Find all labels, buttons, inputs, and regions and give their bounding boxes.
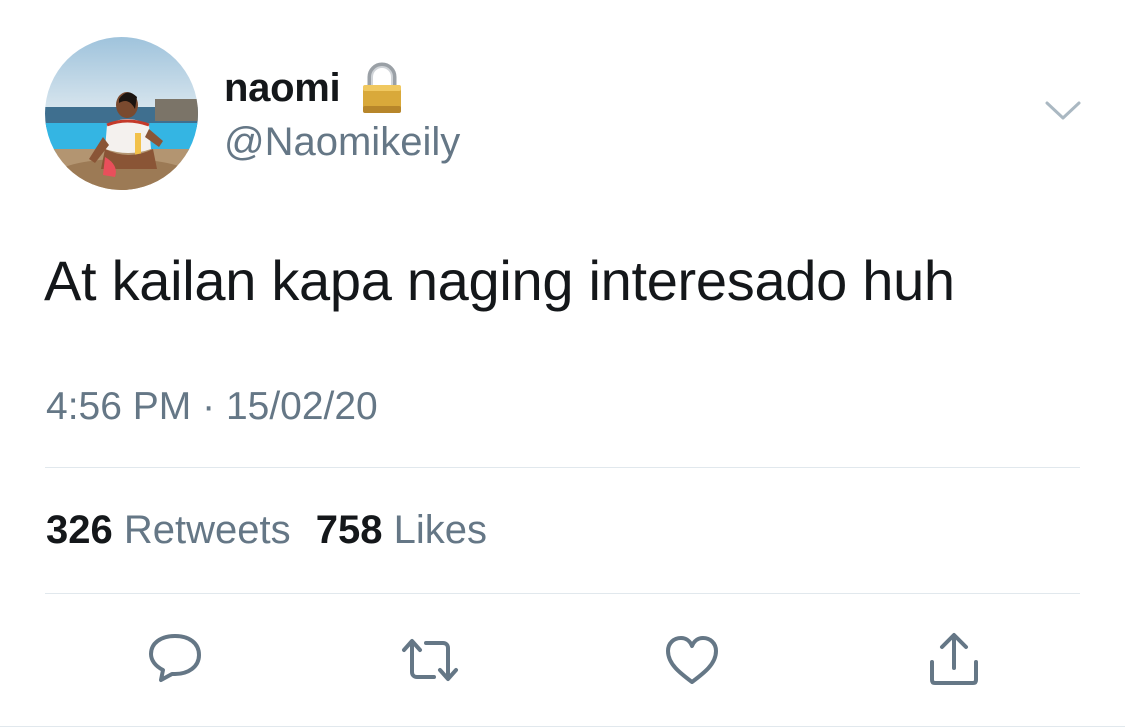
author-handle[interactable]: @Naomikeily <box>224 120 460 165</box>
retweet-icon[interactable] <box>398 628 462 692</box>
profile-photo <box>45 37 198 190</box>
tweet-time: 4:56 PM <box>46 385 192 428</box>
author-name-row: naomi <box>224 62 404 114</box>
reply-icon[interactable] <box>143 628 207 692</box>
like-icon[interactable] <box>660 628 724 692</box>
retweets-count: 326 <box>46 508 113 552</box>
likes-count: 758 <box>315 508 383 552</box>
timestamp-separator: · <box>202 385 216 428</box>
divider <box>45 467 1080 468</box>
retweets-stat[interactable]: 326 Retweets <box>46 508 302 552</box>
retweets-label: Retweets <box>123 508 291 552</box>
tweet-text: At kailan kapa naging interesado huh <box>44 249 955 312</box>
tweet-timestamp[interactable]: 4:56 PM · 15/02/20 <box>46 385 378 429</box>
likes-label: Likes <box>393 508 488 552</box>
tweet-stats: 326 Retweets 758 Likes <box>46 508 487 553</box>
lock-icon <box>360 62 404 114</box>
likes-stat[interactable]: 758 Likes <box>316 508 487 552</box>
avatar[interactable] <box>45 37 198 190</box>
chevron-down-icon[interactable] <box>1044 99 1082 123</box>
display-name[interactable]: naomi <box>224 66 341 111</box>
tweet-date: 15/02/20 <box>225 385 378 428</box>
divider <box>45 593 1080 594</box>
share-icon[interactable] <box>922 628 986 692</box>
